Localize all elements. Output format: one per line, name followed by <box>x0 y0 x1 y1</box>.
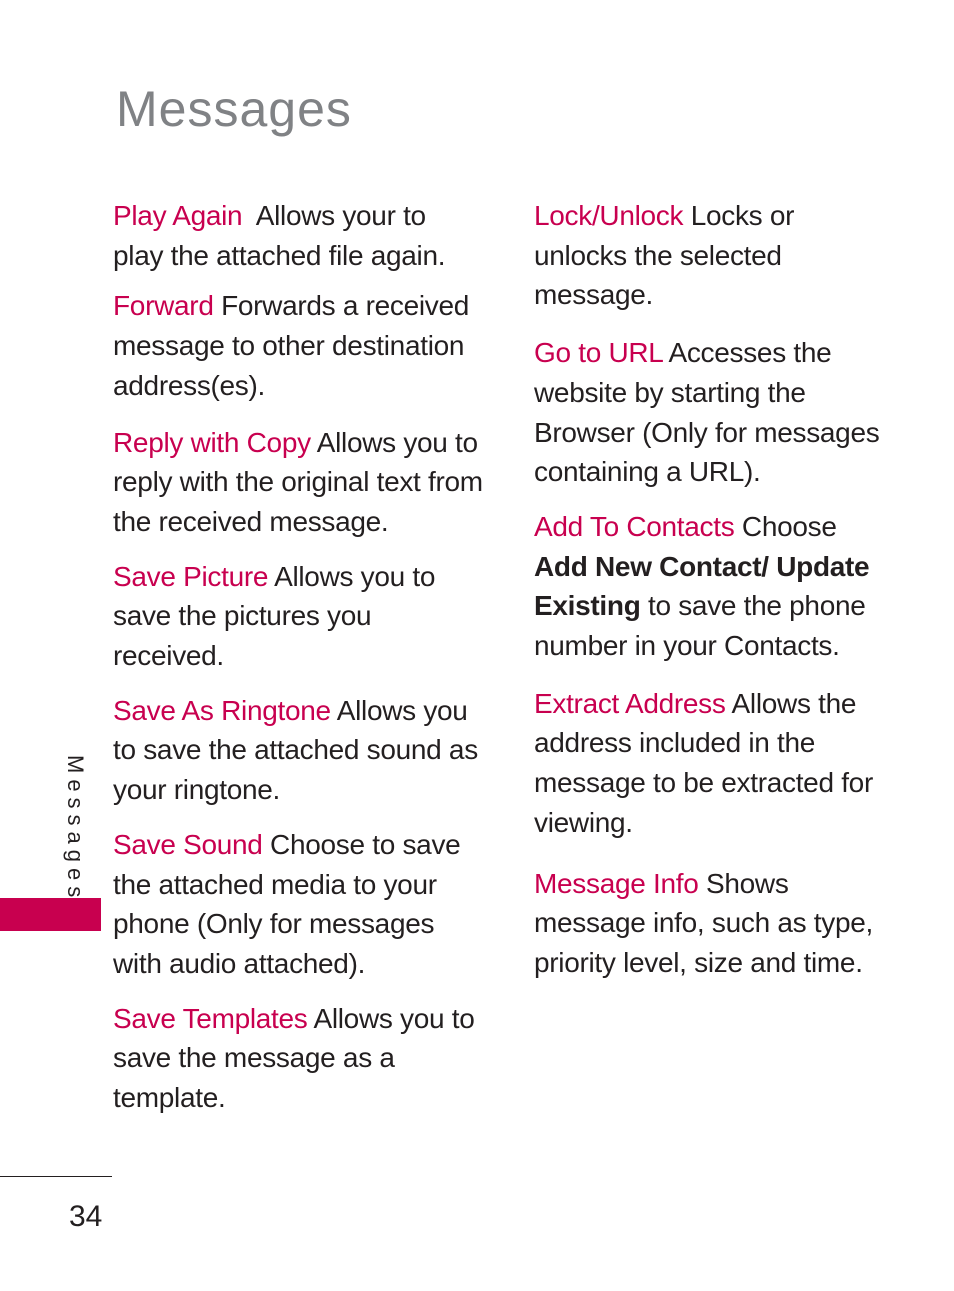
section-side-label: Messages <box>63 755 88 904</box>
entry-save-as-ringtone: Save As Ringtone Allows you to save the … <box>113 691 483 810</box>
term: Play Again <box>113 200 243 231</box>
term: Add To Contacts <box>534 510 735 542</box>
left-column: Play Again Allows your to play the attac… <box>113 196 483 1118</box>
entry-add-to-contacts: Add To Contacts Choose Add New Contact/ … <box>534 507 894 666</box>
term: Message Info <box>534 867 699 899</box>
term: Save Picture <box>113 560 269 592</box>
term: Save Templates <box>113 1002 308 1034</box>
entry-play-again: Play Again Allows your to play the attac… <box>113 196 483 275</box>
page-number: 34 <box>69 1200 103 1233</box>
term: Save Sound <box>113 828 263 860</box>
entry-save-sound: Save Sound Choose to save the attached m… <box>113 825 483 984</box>
term: Forward <box>113 290 214 322</box>
entry-go-to-url: Go to URL Accesses the website by starti… <box>534 333 894 492</box>
entry-save-templates: Save Templates Allows you to save the me… <box>113 999 483 1118</box>
term: Save As Ringtone <box>113 694 331 726</box>
term: Lock/Unlock <box>534 200 684 231</box>
footer-divider <box>0 1176 112 1177</box>
section-tab-marker <box>0 898 101 931</box>
entry-message-info: Message Info Shows message info, such as… <box>534 864 894 983</box>
entry-reply-with-copy: Reply with Copy Allows you to reply with… <box>113 423 483 542</box>
term: Reply with Copy <box>113 426 311 458</box>
right-column: Lock/Unlock Locks or unlocks the selecte… <box>534 196 894 983</box>
term: Extract Address <box>534 687 726 719</box>
entry-forward: Forward Forwards a received message to o… <box>113 286 483 405</box>
entry-lock-unlock: Lock/Unlock Locks or unlocks the selecte… <box>534 196 894 315</box>
description-intro: Choose <box>734 510 845 542</box>
page-title: Messages <box>116 81 352 137</box>
entry-extract-address: Extract Address Allows the address inclu… <box>534 684 894 843</box>
term: Go to URL <box>534 337 663 369</box>
entry-save-picture: Save Picture Allows you to save the pict… <box>113 557 483 676</box>
